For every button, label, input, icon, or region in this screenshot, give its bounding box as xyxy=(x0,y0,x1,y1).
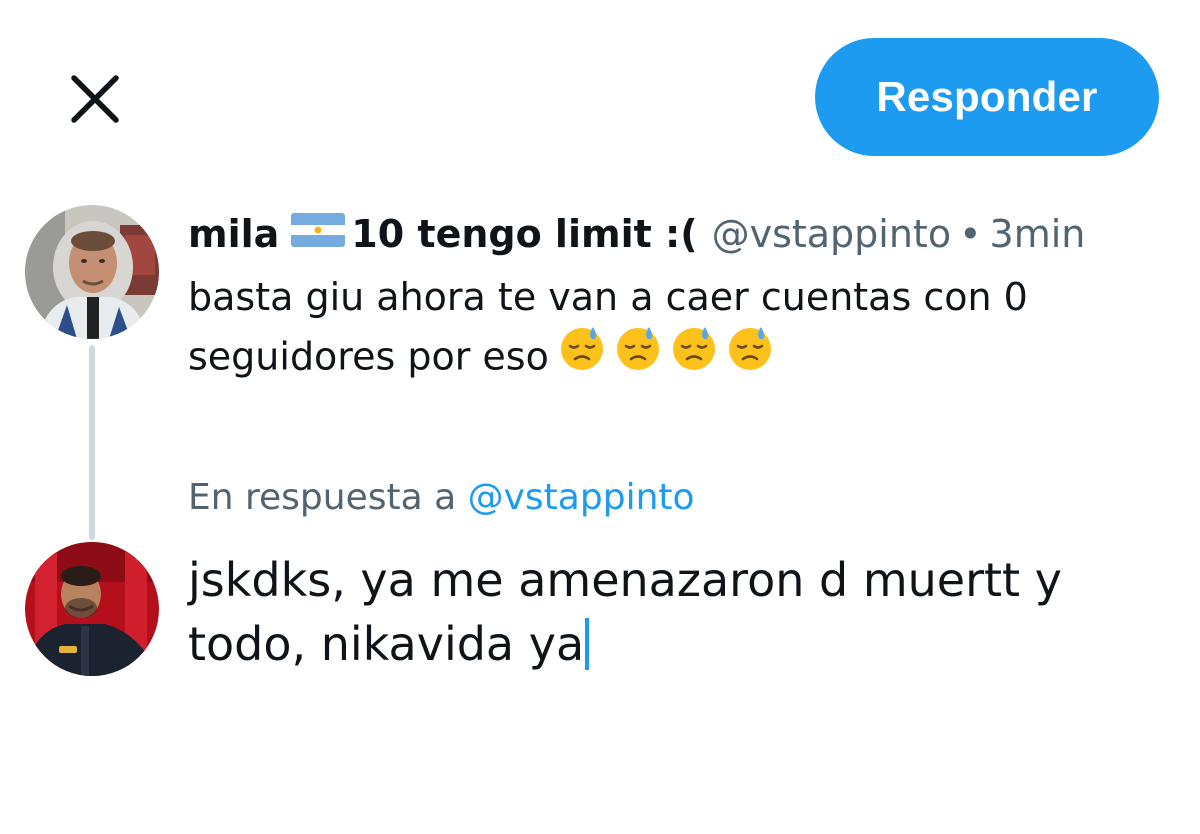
thread-connector-line xyxy=(89,345,95,540)
display-name-text: mila xyxy=(188,212,280,256)
tweet-timestamp[interactable]: 3min xyxy=(990,212,1086,256)
display-name-suffix: 10 tengo limit :( xyxy=(351,212,698,256)
reply-text-input[interactable]: jskdks, ya me amenazaron d muertt y todo… xyxy=(188,548,1148,676)
original-author-avatar[interactable] xyxy=(25,205,159,339)
downcast-face-with-sweat-icon xyxy=(669,322,719,388)
original-tweet-header: mila 10 tengo limit :( @vstappinto • 3mi… xyxy=(188,208,1085,260)
reply-author-avatar xyxy=(25,542,159,676)
downcast-face-with-sweat-icon xyxy=(557,322,607,388)
emoji-group xyxy=(557,322,775,388)
replying-to-line: En respuesta a @vstappinto xyxy=(188,477,695,518)
replying-to-handle[interactable]: @vstappinto xyxy=(468,477,695,518)
original-author-name[interactable]: mila 10 tengo limit :( xyxy=(188,212,698,256)
original-tweet-text: basta giu ahora te van a caer cuentas co… xyxy=(188,268,1148,392)
text-caret xyxy=(585,618,590,670)
reply-compose-screen: Responder mila 10 tengo limit:(@vstapp… xyxy=(0,0,1200,834)
reply-draft-text: jskdks, ya me amenazaron d muertt y todo… xyxy=(188,553,1062,671)
close-icon xyxy=(71,75,119,123)
downcast-face-with-sweat-icon xyxy=(725,322,775,388)
close-button[interactable] xyxy=(58,62,132,136)
replying-to-label: En respuesta a xyxy=(188,477,457,518)
downcast-face-with-sweat-icon xyxy=(613,322,663,388)
argentina-flag-icon xyxy=(291,212,346,256)
separator-dot: • xyxy=(959,212,982,256)
reply-button[interactable]: Responder xyxy=(815,38,1159,156)
original-author-handle[interactable]: @vstappinto xyxy=(712,212,952,256)
